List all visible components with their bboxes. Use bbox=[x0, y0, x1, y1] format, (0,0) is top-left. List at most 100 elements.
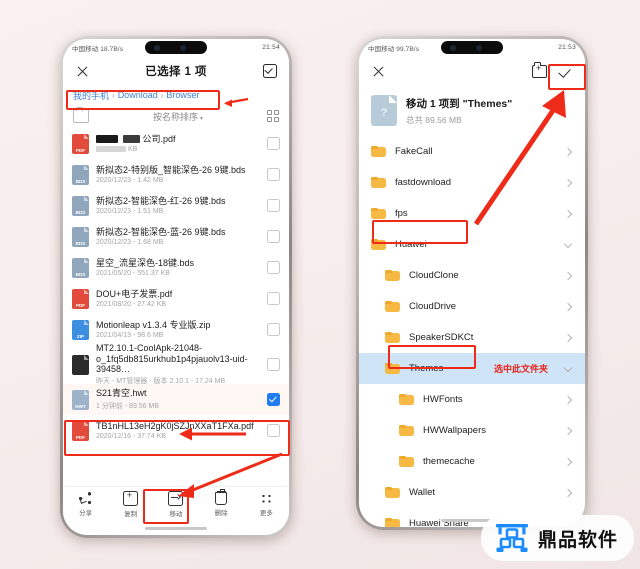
select-all-icon[interactable] bbox=[261, 62, 279, 80]
folder-row[interactable]: Huawei bbox=[359, 229, 585, 260]
file-name: MT2.10.1-CoolApk-21048-o_1fq5db815urkhub… bbox=[96, 343, 248, 374]
chevron-right-icon[interactable] bbox=[563, 178, 573, 187]
folder-row[interactable]: HWWallpapers bbox=[359, 415, 585, 446]
close-icon[interactable] bbox=[369, 62, 387, 80]
chevron-right-icon[interactable] bbox=[563, 333, 573, 342]
copy-icon bbox=[123, 489, 139, 506]
dingpin-logo-icon bbox=[495, 524, 528, 552]
file-row[interactable]: BDS 新拟态2-特别版_智能深色-26 9键.bds 2020/12/23 - 1… bbox=[63, 159, 289, 190]
chevron-down-icon[interactable] bbox=[563, 363, 573, 372]
file-info: 公司.pdf KB bbox=[96, 134, 260, 153]
breadcrumb-item-1[interactable]: Download bbox=[118, 90, 158, 100]
folder-row[interactable]: HWFonts bbox=[359, 384, 585, 415]
folder-name: Huawei bbox=[395, 239, 427, 250]
pdf-file-icon: PDF bbox=[72, 420, 89, 441]
folder-row[interactable]: themecache bbox=[359, 446, 585, 477]
folder-icon[interactable] bbox=[73, 107, 89, 123]
file-checkbox[interactable] bbox=[267, 323, 280, 336]
phone-right-frame: 中国移动 99.7B/s 21:53 移动 1 项到 "Themes" 总共 8… bbox=[356, 36, 588, 530]
file-meta: 2020/12/16 - 37.74 KB bbox=[96, 433, 167, 441]
folder-row[interactable]: Themes 选中此文件夹 bbox=[359, 353, 585, 384]
file-row[interactable]: HWT S21青空.hwt 1 分钟前 - 89.56 MB bbox=[63, 384, 289, 415]
confirm-check-icon[interactable] bbox=[557, 62, 575, 80]
chevron-right-icon[interactable] bbox=[563, 488, 573, 497]
sort-button[interactable]: 按名称排序 ▾ bbox=[153, 110, 203, 123]
toolbar-label: 移动 bbox=[169, 510, 183, 518]
file-row[interactable]: PDF DOU+电子发票.pdf 2021/08/20 - 27.42 KB bbox=[63, 283, 289, 314]
breadcrumb-item-0[interactable]: 我的手机 bbox=[73, 89, 109, 102]
folder-row[interactable]: fps bbox=[359, 198, 585, 229]
chevron-right-icon[interactable] bbox=[563, 209, 573, 218]
toolbar-copy-button[interactable]: 复制 bbox=[112, 489, 150, 518]
breadcrumb[interactable]: 我的手机 › Download › Browser bbox=[63, 86, 289, 104]
file-checkbox[interactable] bbox=[267, 393, 280, 406]
chevron-right-icon[interactable] bbox=[563, 426, 573, 435]
folder-row[interactable]: CloudClone bbox=[359, 260, 585, 291]
file-meta: 1 分钟前 - 89.56 MB bbox=[96, 402, 160, 410]
chevron-right-icon[interactable] bbox=[563, 395, 573, 404]
toolbar-more-button[interactable]: 更多 bbox=[247, 491, 285, 517]
file-row[interactable]: BDS 新拟态2-智能深色-蓝-26 9键.bds 2020/12/23 - 1.6… bbox=[63, 221, 289, 252]
file-row[interactable]: PDF TB1nHL13eH2gK0jSZJnXXaT1FXa.pdf 2020/1… bbox=[63, 415, 289, 446]
file-checkbox[interactable] bbox=[267, 199, 280, 212]
toolbar-label: 更多 bbox=[259, 509, 273, 517]
toolbar-label: 复制 bbox=[124, 510, 138, 518]
folder-icon bbox=[399, 455, 414, 468]
folder-name: themecache bbox=[423, 456, 475, 467]
bds-file-icon: BDS bbox=[72, 257, 89, 278]
folder-row[interactable]: fastdownload bbox=[359, 167, 585, 198]
folder-row[interactable]: CloudDrive bbox=[359, 291, 585, 322]
move-banner: 移动 1 项到 "Themes" 总共 89.56 MB bbox=[359, 86, 585, 136]
new-folder-icon[interactable] bbox=[530, 62, 548, 80]
redacted-text bbox=[123, 134, 140, 143]
status-bar-left: 中国移动 18.7B/s 21:54 bbox=[63, 39, 289, 56]
file-name: Motionleap v1.3.4 专业版.zip bbox=[96, 319, 211, 330]
file-info: 星空_流星深色-18键.bds 2021/05/20 - 551.37 KB bbox=[96, 258, 260, 278]
sort-label: 按名称排序 bbox=[152, 111, 198, 122]
file-row[interactable]: BDS 星空_流星深色-18键.bds 2021/05/20 - 551.37 KB bbox=[63, 252, 289, 283]
file-row[interactable]: BDS 新拟态2-智能深色-红-26 9键.bds 2020/12/23 - 1.5… bbox=[63, 190, 289, 221]
chevron-right-icon[interactable] bbox=[563, 271, 573, 280]
chevron-right-icon[interactable] bbox=[563, 147, 573, 156]
grid-view-icon[interactable] bbox=[267, 110, 279, 122]
hwt-file-icon: HWT bbox=[72, 389, 89, 410]
folder-icon bbox=[371, 207, 386, 220]
chevron-right-icon[interactable] bbox=[563, 457, 573, 466]
close-icon[interactable] bbox=[73, 62, 91, 80]
delete-icon bbox=[215, 489, 228, 505]
toolbar-move-button[interactable]: 移动 bbox=[157, 490, 195, 518]
chevron-down-icon[interactable] bbox=[563, 239, 573, 248]
toolbar-delete-button[interactable]: 删除 bbox=[202, 489, 240, 517]
folder-row[interactable]: Wallet bbox=[359, 477, 585, 508]
sort-bar: 按名称排序 ▾ bbox=[63, 104, 289, 128]
folder-row[interactable]: FakeCall bbox=[359, 136, 585, 167]
toolbar-share-button[interactable]: 分享 bbox=[67, 491, 105, 517]
more-icon bbox=[259, 491, 273, 505]
file-row[interactable]: ZIP Motionleap v1.3.4 专业版.zip 2021/04/13 -… bbox=[63, 314, 289, 345]
file-row[interactable]: PDF 公司.pdf KB bbox=[63, 128, 289, 159]
move-banner-title: 移动 1 项到 "Themes" bbox=[406, 97, 513, 110]
status-bar-left-text: 中国移动 99.7B/s bbox=[368, 45, 420, 53]
file-row[interactable]: MT2.10.1-CoolApk-21048-o_1fq5db815urkhub… bbox=[63, 343, 289, 385]
file-name: DOU+电子发票.pdf bbox=[96, 288, 173, 299]
file-checkbox[interactable] bbox=[267, 137, 280, 150]
folder-name: FakeCall bbox=[395, 146, 433, 157]
file-name: 公司.pdf bbox=[96, 134, 260, 145]
file-checkbox[interactable] bbox=[267, 292, 280, 305]
file-meta: 2020/12/23 - 1.42 MB bbox=[96, 177, 164, 185]
file-checkbox[interactable] bbox=[267, 424, 280, 437]
file-checkbox[interactable] bbox=[267, 230, 280, 243]
phone-left-frame: 中国移动 18.7B/s 21:54 已选择 1 项 我的手机 › Downlo… bbox=[60, 36, 292, 538]
folder-icon bbox=[371, 238, 386, 251]
folder-row[interactable]: SpeakerSDKCt bbox=[359, 322, 585, 353]
file-checkbox[interactable] bbox=[267, 358, 280, 371]
folder-name: fastdownload bbox=[395, 177, 451, 188]
toolbar-label: 分享 bbox=[79, 509, 93, 517]
breadcrumb-separator: › bbox=[112, 90, 115, 100]
file-checkbox[interactable] bbox=[267, 261, 280, 274]
phone-left-screen: 中国移动 18.7B/s 21:54 已选择 1 项 我的手机 › Downlo… bbox=[63, 39, 289, 535]
file-checkbox[interactable] bbox=[267, 168, 280, 181]
breadcrumb-item-2[interactable]: Browser bbox=[166, 90, 199, 100]
folder-icon bbox=[399, 393, 414, 406]
chevron-right-icon[interactable] bbox=[563, 302, 573, 311]
